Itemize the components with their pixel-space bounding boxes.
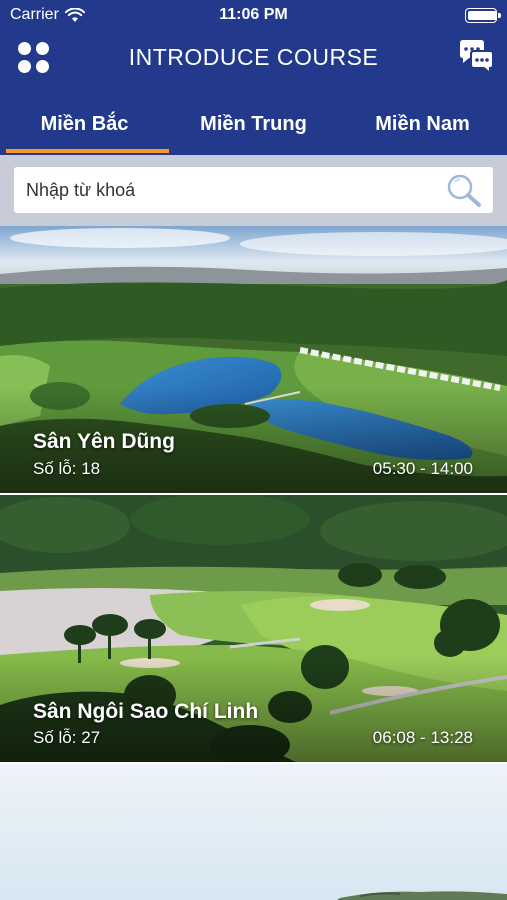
nav-bar: INTRODUCE COURSE (0, 30, 507, 85)
course-hours: 05:30 - 14:00 (372, 459, 473, 478)
tab-mien-trung[interactable]: Miền Trung (169, 85, 338, 155)
status-bar: Carrier 11:06 PM (0, 0, 507, 30)
course-photo (0, 764, 507, 900)
status-time: 11:06 PM (219, 6, 288, 23)
course-photo (0, 226, 507, 493)
course-card[interactable]: Sân Ngôi Sao Chí Linh Số lỗ: 27 06:08 - … (0, 495, 507, 764)
course-card[interactable]: Sân Yên Dũng Số lỗ: 18 05:30 - 14:00 (0, 226, 507, 495)
page-title: INTRODUCE COURSE (128, 44, 379, 70)
chat-bubbles-icon[interactable] (457, 39, 495, 77)
course-hours: 06:08 - 13:28 (372, 728, 473, 747)
tab-label: Miền Trung (200, 113, 307, 135)
tab-mien-nam[interactable]: Miền Nam (338, 85, 507, 155)
course-list: Sân Yên Dũng Số lỗ: 18 05:30 - 14:00 Sân… (0, 226, 507, 900)
tab-mien-bac[interactable]: Miền Bắc (0, 85, 169, 155)
search-input[interactable] (14, 167, 434, 213)
course-name: Sân Yên Dũng (33, 430, 175, 453)
region-tabs: Miền Bắc Miền Trung Miền Nam (0, 85, 507, 155)
course-name: Sân Ngôi Sao Chí Linh (33, 700, 259, 723)
search-icon[interactable] (445, 172, 483, 208)
search-area (0, 155, 507, 226)
tab-label: Miền Bắc (40, 113, 129, 135)
tab-label: Miền Nam (375, 113, 470, 135)
search-box (14, 167, 493, 213)
battery-icon (465, 8, 501, 23)
course-card[interactable] (0, 764, 507, 900)
battery-fill (468, 11, 497, 20)
course-holes: Số lỗ: 18 (33, 459, 101, 478)
course-holes: Số lỗ: 27 (33, 728, 101, 747)
